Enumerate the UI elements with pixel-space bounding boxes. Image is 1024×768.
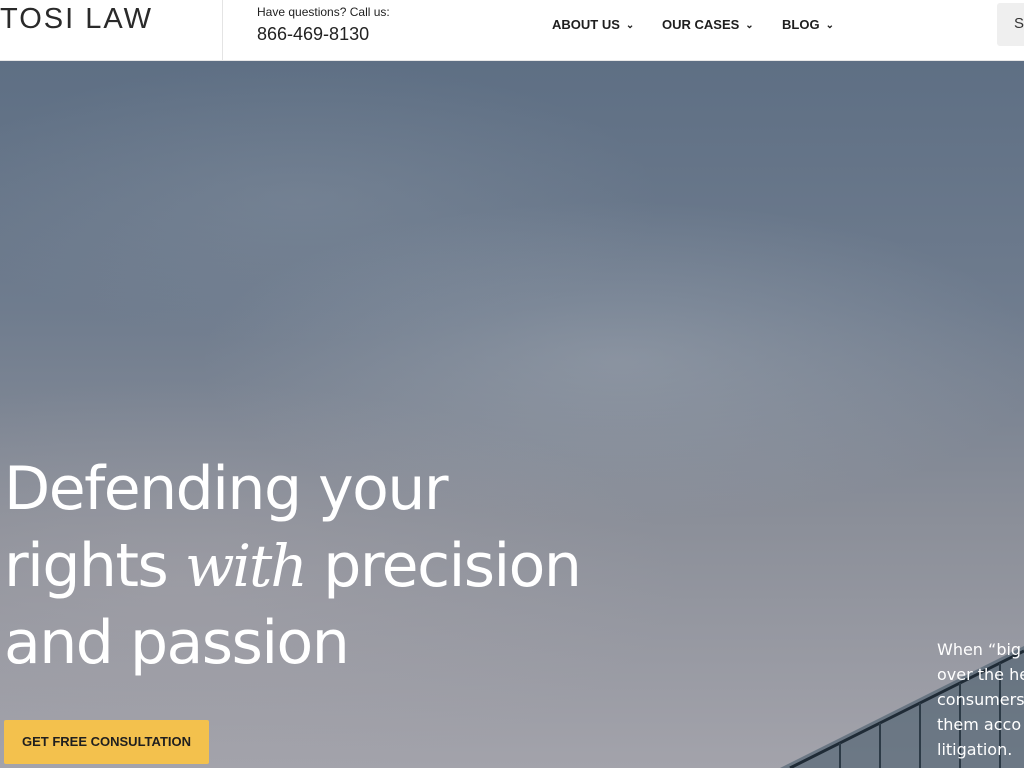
chevron-down-icon: ⌄ bbox=[825, 20, 834, 31]
nav-item-our-cases[interactable]: OUR CASES ⌄ bbox=[662, 17, 754, 32]
side-text-line: litigation. bbox=[937, 740, 1013, 759]
search-button[interactable]: S bbox=[997, 3, 1024, 46]
headline-line-2a: rights bbox=[4, 531, 185, 601]
side-text-line: consumers bbox=[937, 690, 1024, 709]
nav-item-blog[interactable]: BLOG ⌄ bbox=[782, 17, 834, 32]
nav-item-label: ABOUT US bbox=[552, 17, 620, 32]
hero-side-text: When “big over the he consumers them acc… bbox=[937, 637, 1024, 762]
nav-item-label: OUR CASES bbox=[662, 17, 740, 32]
hero-headline: Defending your rights with precision and… bbox=[4, 451, 582, 682]
headline-emphasis: with bbox=[184, 532, 308, 600]
headline-line-2b: precision bbox=[305, 531, 582, 601]
side-text-line: over the he bbox=[937, 665, 1024, 684]
headline-line-3: and passion bbox=[4, 608, 350, 678]
free-consultation-button[interactable]: GET FREE CONSULTATION bbox=[4, 720, 209, 764]
chevron-down-icon: ⌄ bbox=[625, 20, 635, 31]
headline-line-1: Defending your bbox=[4, 454, 449, 524]
search-button-label: S bbox=[1014, 15, 1024, 32]
site-header: TOSI LAW Have questions? Call us: 866-46… bbox=[0, 0, 1024, 61]
nav-item-about-us[interactable]: ABOUT US ⌄ bbox=[552, 17, 634, 32]
side-text-line: them acco bbox=[937, 715, 1022, 734]
hero-section: Defending your rights with precision and… bbox=[0, 61, 1024, 768]
call-us-label: Have questions? Call us: bbox=[257, 5, 390, 19]
side-text-line: When “big bbox=[937, 640, 1022, 659]
nav-item-label: BLOG bbox=[782, 17, 820, 32]
chevron-down-icon: ⌄ bbox=[745, 20, 754, 31]
phone-number-link[interactable]: 866-469-8130 bbox=[257, 24, 369, 45]
site-logo[interactable]: TOSI LAW bbox=[0, 3, 153, 36]
header-divider bbox=[222, 0, 223, 60]
